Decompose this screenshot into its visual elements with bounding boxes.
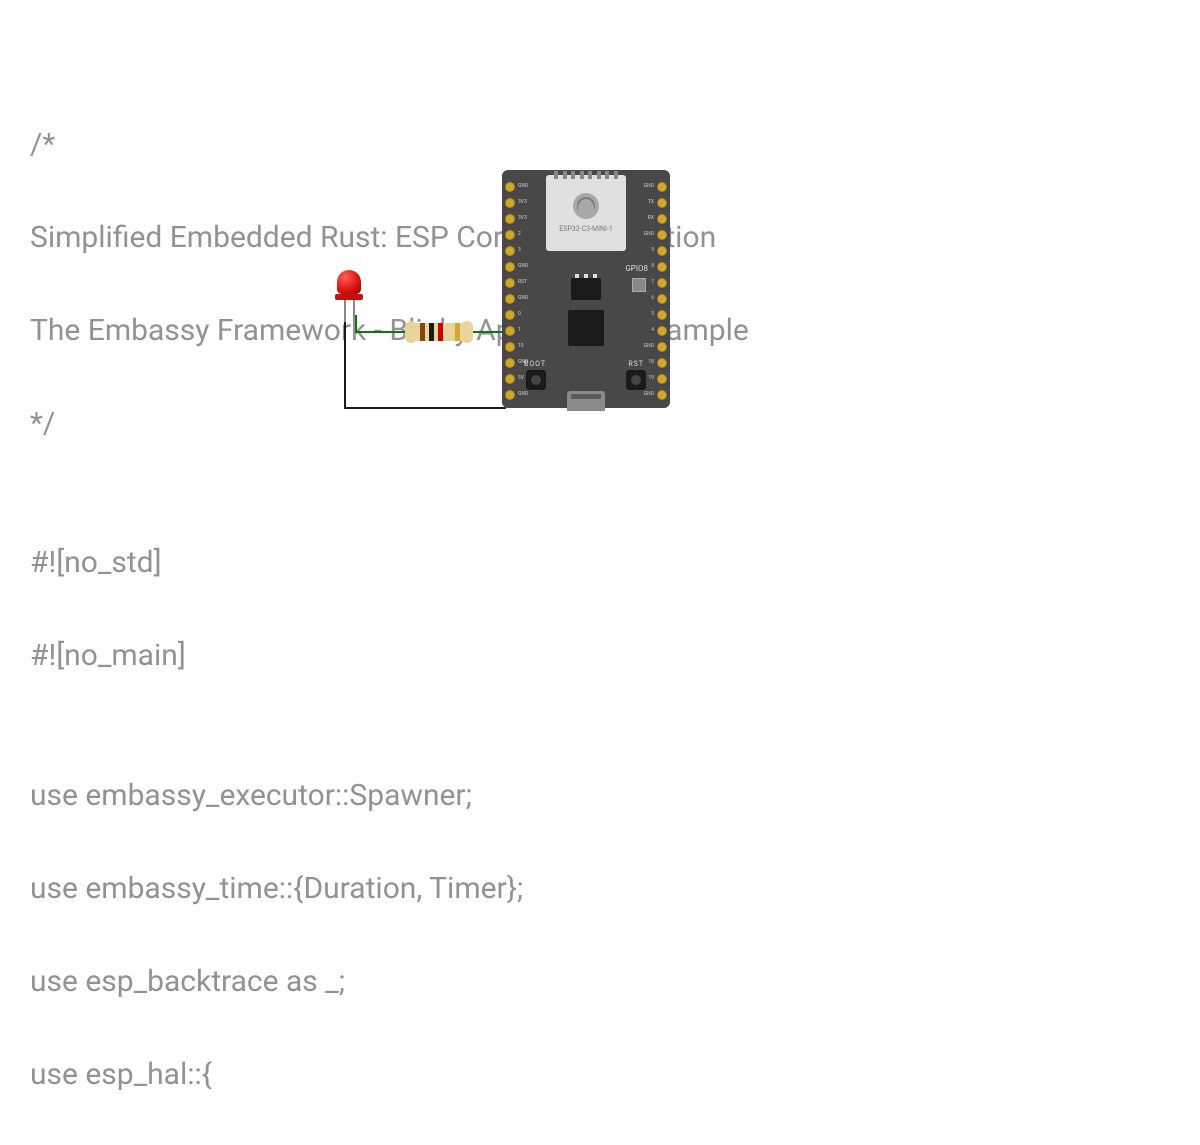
- pin: [657, 262, 667, 272]
- rst-label: RST: [628, 360, 644, 368]
- espressif-logo-icon: [573, 193, 599, 219]
- usb-port-icon: [567, 391, 605, 411]
- reset-button[interactable]: [626, 370, 646, 390]
- pin: [657, 374, 667, 384]
- resistor-band: [420, 323, 425, 341]
- resistor-band: [438, 323, 443, 341]
- pin-label: 1: [518, 324, 528, 337]
- led-red: [337, 270, 361, 302]
- pin: [505, 198, 515, 208]
- pin: [657, 310, 667, 320]
- pin: [505, 262, 515, 272]
- pin-label: GND: [518, 260, 528, 273]
- pin-header-right: [657, 182, 667, 400]
- gpio8-label: GPIO8: [625, 264, 648, 273]
- pin-label: RST: [518, 276, 528, 289]
- pin: [657, 342, 667, 352]
- mcu-chip-icon: [568, 310, 604, 346]
- pin: [505, 358, 515, 368]
- pin: [657, 246, 667, 256]
- pin-label: GND: [518, 292, 528, 305]
- antenna-icon: [554, 171, 618, 179]
- resistor-cap: [405, 321, 417, 343]
- pin-label: GND: [644, 388, 654, 401]
- pin: [505, 326, 515, 336]
- pin-label: 2: [518, 228, 528, 241]
- pin: [505, 374, 515, 384]
- pin: [505, 310, 515, 320]
- pin: [505, 182, 515, 192]
- pin-header-left: [505, 182, 515, 400]
- pin-label: 6: [644, 292, 654, 305]
- code-line: /*: [30, 122, 749, 169]
- wire-signal: [470, 331, 506, 333]
- led-anode: [353, 300, 355, 318]
- pin-label: 3: [518, 244, 528, 257]
- pin-label: 4: [644, 324, 654, 337]
- esp32-module: ESP32-C3-MINI-1: [546, 175, 626, 251]
- gpio8-led-icon: [632, 278, 646, 292]
- pin: [657, 182, 667, 192]
- code-line: use embassy_executor::Spawner;: [30, 773, 749, 820]
- pin: [657, 230, 667, 240]
- pin-label: 3V3: [518, 212, 528, 225]
- resistor: [408, 323, 470, 341]
- code-line: #![no_main]: [30, 633, 749, 680]
- pin-label: 10: [518, 340, 528, 353]
- pin-label: 0: [518, 308, 528, 321]
- boot-label: BOOT: [524, 360, 546, 368]
- pin: [505, 246, 515, 256]
- pin: [505, 230, 515, 240]
- pin: [657, 326, 667, 336]
- pin-label: GND: [644, 180, 654, 193]
- pin: [657, 358, 667, 368]
- chip-model-label: ESP32-C3-MINI-1: [559, 225, 613, 233]
- code-line: #![no_std]: [30, 540, 749, 587]
- pin-label: 18: [644, 356, 654, 369]
- resistor-cap: [461, 321, 473, 343]
- pin-label: GND: [644, 228, 654, 241]
- boot-button[interactable]: [526, 370, 546, 390]
- led-base: [335, 294, 363, 300]
- pin-label: GND: [518, 388, 528, 401]
- pin: [505, 390, 515, 400]
- resistor-band: [455, 323, 460, 341]
- pin-label: GND: [518, 180, 528, 193]
- pin: [505, 278, 515, 288]
- pin: [505, 342, 515, 352]
- code-line: use esp_hal::{: [30, 1052, 749, 1099]
- pin: [657, 278, 667, 288]
- pin-label: RX: [644, 212, 654, 225]
- pin: [657, 390, 667, 400]
- pin: [505, 214, 515, 224]
- code-line: use esp_backtrace as _;: [30, 959, 749, 1006]
- pin-label: 5: [644, 308, 654, 321]
- wire-ground: [344, 321, 346, 409]
- pin-label: TX: [644, 196, 654, 209]
- led-cathode: [344, 300, 346, 322]
- wire-ground: [344, 407, 506, 409]
- pin: [657, 294, 667, 304]
- resistor-band: [429, 323, 434, 341]
- pin: [505, 294, 515, 304]
- led-bulb: [337, 270, 361, 294]
- esp32-board: GND 3V3 3V3 2 3 GND RST GND 0 1 10 GND 5…: [502, 170, 670, 408]
- code-line: use embassy_time::{Duration, Timer};: [30, 866, 749, 913]
- pin: [657, 214, 667, 224]
- wire-signal: [355, 331, 407, 333]
- pin-label: 3V3: [518, 196, 528, 209]
- voltage-regulator-icon: [571, 278, 601, 300]
- circuit-diagram: GND 3V3 3V3 2 3 GND RST GND 0 1 10 GND 5…: [330, 165, 670, 430]
- pin-label: 9: [644, 244, 654, 257]
- pin: [657, 198, 667, 208]
- pin-label: GND: [644, 340, 654, 353]
